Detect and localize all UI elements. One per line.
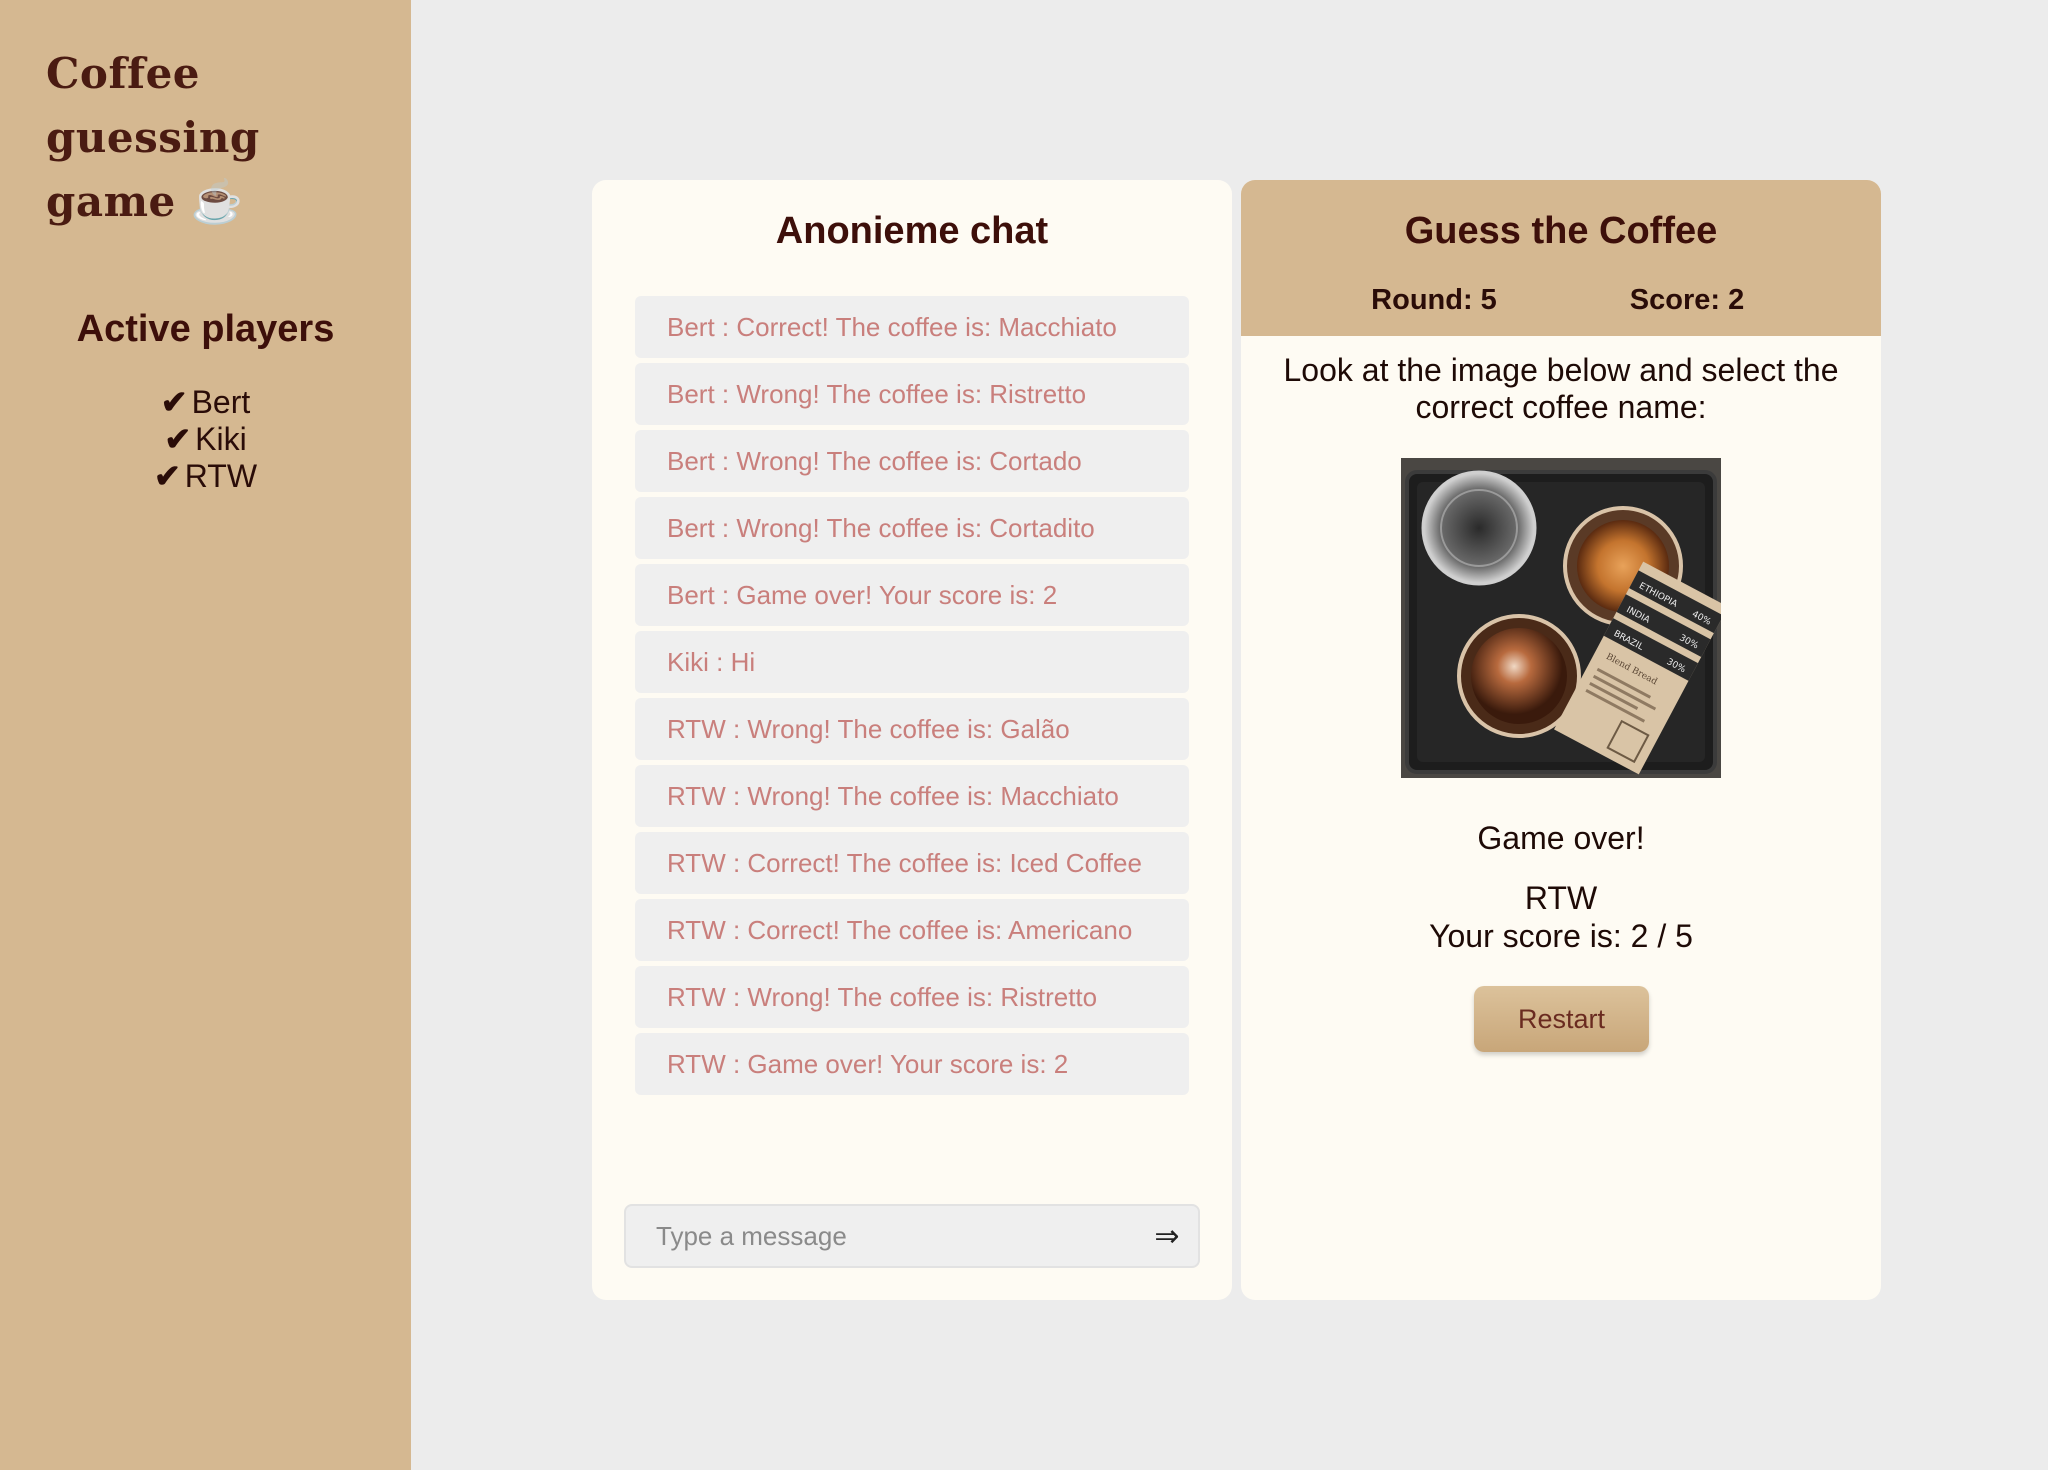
game-instructions: Look at the image below and select the c…	[1283, 352, 1839, 425]
chat-message-list: Bert : Correct! The coffee is: Macchiato…	[635, 296, 1189, 1100]
player-item: ✔ RTW	[0, 458, 411, 495]
round-indicator: Round: 5	[1371, 284, 1497, 316]
active-players-heading: Active players	[76, 308, 335, 350]
chat-title: Anonieme chat	[775, 210, 1049, 252]
score-indicator: Score: 2	[1629, 284, 1745, 316]
send-arrow-icon: ⇒	[1154, 1218, 1180, 1254]
send-button[interactable]: ⇒	[1136, 1206, 1198, 1266]
chat-message: Bert : Correct! The coffee is: Macchiato	[635, 296, 1189, 358]
player-name: Bert	[191, 384, 251, 420]
chat-input-bar: ⇒	[624, 1204, 1200, 1268]
restart-button[interactable]: Restart	[1474, 986, 1649, 1052]
chat-message: RTW : Correct! The coffee is: Americano	[635, 899, 1189, 961]
chat-message: RTW : Correct! The coffee is: Iced Coffe…	[635, 832, 1189, 894]
coffee-photo-graphic: ETHIOPIA 40% INDIA BRAZIL 30% 30% Blend …	[1401, 458, 1721, 778]
chat-message: Kiki : Hi	[635, 631, 1189, 693]
result-player-name: RTW	[1524, 880, 1598, 916]
chat-message: RTW : Wrong! The coffee is: Macchiato	[635, 765, 1189, 827]
game-over-text: Game over!	[1477, 820, 1645, 856]
chat-message: RTW : Wrong! The coffee is: Galão	[635, 698, 1189, 760]
chat-panel: Anonieme chat Bert : Correct! The coffee…	[592, 180, 1232, 1300]
coffee-photo: ETHIOPIA 40% INDIA BRAZIL 30% 30% Blend …	[1401, 458, 1721, 778]
player-name: RTW	[184, 458, 258, 494]
chat-message: Bert : Game over! Your score is: 2	[635, 564, 1189, 626]
chat-message: RTW : Game over! Your score is: 2	[635, 1033, 1189, 1095]
check-icon: ✔	[153, 458, 181, 494]
game-header: Guess the Coffee Round: 5 Score: 2	[1241, 180, 1881, 336]
chat-message: Bert : Wrong! The coffee is: Ristretto	[635, 363, 1189, 425]
player-item: ✔ Bert	[0, 384, 411, 421]
chat-message-input[interactable]	[626, 1206, 1136, 1266]
chat-message: Bert : Wrong! The coffee is: Cortadito	[635, 497, 1189, 559]
sidebar: Coffee guessing game ☕ Active players ✔ B…	[0, 0, 411, 1470]
app-title: Coffee guessing game ☕	[46, 49, 260, 226]
player-name: Kiki	[195, 421, 247, 457]
check-icon: ✔	[164, 421, 192, 457]
chat-message: RTW : Wrong! The coffee is: Ristretto	[635, 966, 1189, 1028]
game-title: Guess the Coffee	[1404, 210, 1718, 252]
check-icon: ✔	[160, 384, 188, 420]
game-panel: Guess the Coffee Round: 5 Score: 2 Look …	[1241, 180, 1881, 1300]
player-item: ✔ Kiki	[0, 421, 411, 458]
active-players-list: ✔ Bert ✔ Kiki ✔ RTW	[0, 384, 411, 495]
chat-message: Bert : Wrong! The coffee is: Cortado	[635, 430, 1189, 492]
final-score-text: Your score is: 2 / 5	[1429, 918, 1693, 954]
